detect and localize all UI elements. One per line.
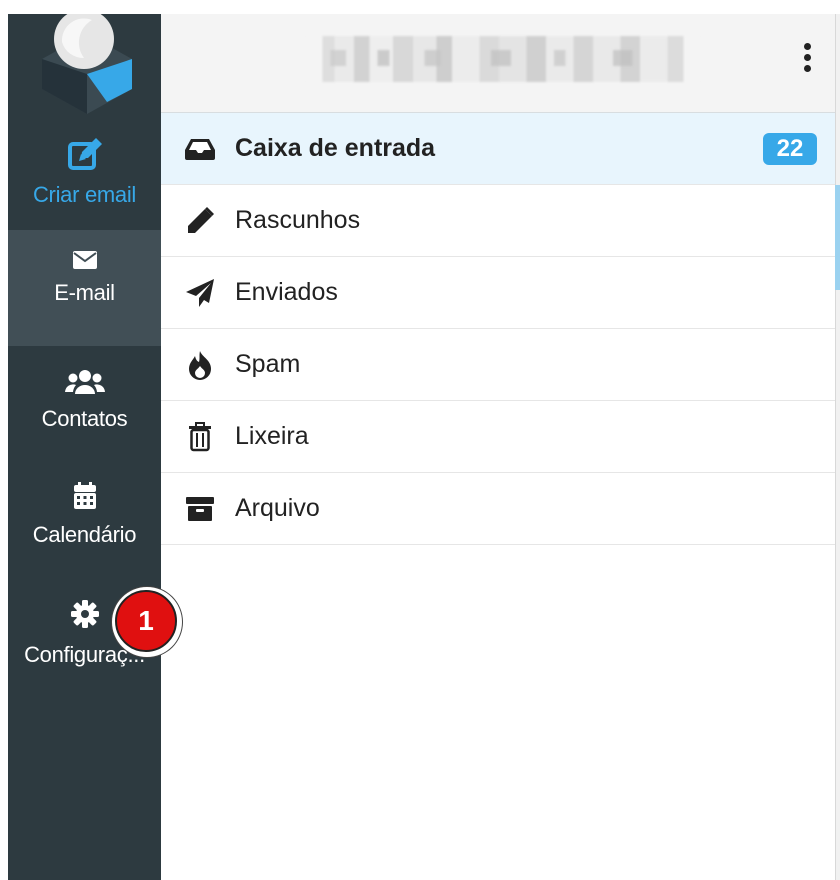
folder-trash[interactable]: Lixeira	[161, 401, 835, 473]
scrollbar-thumb[interactable]	[835, 185, 840, 290]
folder-spam[interactable]: Spam	[161, 329, 835, 401]
trash-icon	[179, 421, 221, 452]
sidebar-item-calendar[interactable]: Calendário	[8, 468, 161, 578]
folder-archive[interactable]: Arquivo	[161, 473, 835, 545]
users-icon	[64, 370, 105, 394]
folder-name: Spam	[235, 350, 301, 378]
scrollbar-track[interactable]	[835, 14, 840, 880]
folder-inbox[interactable]: Caixa de entrada 22	[161, 113, 835, 185]
calendar-icon	[73, 482, 96, 509]
gear-icon	[70, 600, 99, 628]
inbox-icon	[179, 134, 221, 164]
folder-list: Caixa de entrada 22 Rascunhos Enviados S…	[161, 113, 835, 545]
folder-name: Arquivo	[235, 494, 320, 522]
compose-icon	[67, 138, 102, 170]
envelope-icon	[72, 251, 97, 269]
redacted-account-name-detail	[307, 50, 699, 66]
pencil-icon	[179, 206, 221, 236]
folder-name: Enviados	[235, 278, 338, 306]
sidebar-item-contacts[interactable]: Contatos	[8, 352, 161, 462]
annotation-marker: 1	[112, 587, 182, 657]
unread-count-badge: 22	[763, 133, 817, 165]
archive-icon	[179, 494, 221, 524]
folder-sent[interactable]: Enviados	[161, 257, 835, 329]
sidebar-item-label: Contatos	[41, 406, 128, 431]
folder-drafts[interactable]: Rascunhos	[161, 185, 835, 257]
folder-name: Caixa de entrada	[235, 134, 436, 162]
mailbox-header	[161, 14, 835, 113]
sidebar-item-email[interactable]: E-mail	[8, 230, 161, 346]
sidebar: Criar email E-mail Contatos Calendário C…	[8, 9, 161, 880]
fire-icon	[179, 350, 221, 380]
folder-name: Lixeira	[235, 422, 309, 450]
sidebar-item-label: Calendário	[32, 522, 137, 547]
compose-button[interactable]: Criar email	[8, 132, 161, 236]
folder-name: Rascunhos	[235, 206, 361, 234]
compose-label: Criar email	[32, 182, 137, 207]
vertical-dots-icon[interactable]	[795, 40, 819, 80]
left-edge	[0, 0, 8, 880]
app-logo[interactable]	[32, 9, 142, 114]
sidebar-item-label: E-mail	[54, 280, 115, 305]
paper-plane-icon	[179, 278, 221, 308]
annotation-marker-number: 1	[115, 590, 177, 652]
